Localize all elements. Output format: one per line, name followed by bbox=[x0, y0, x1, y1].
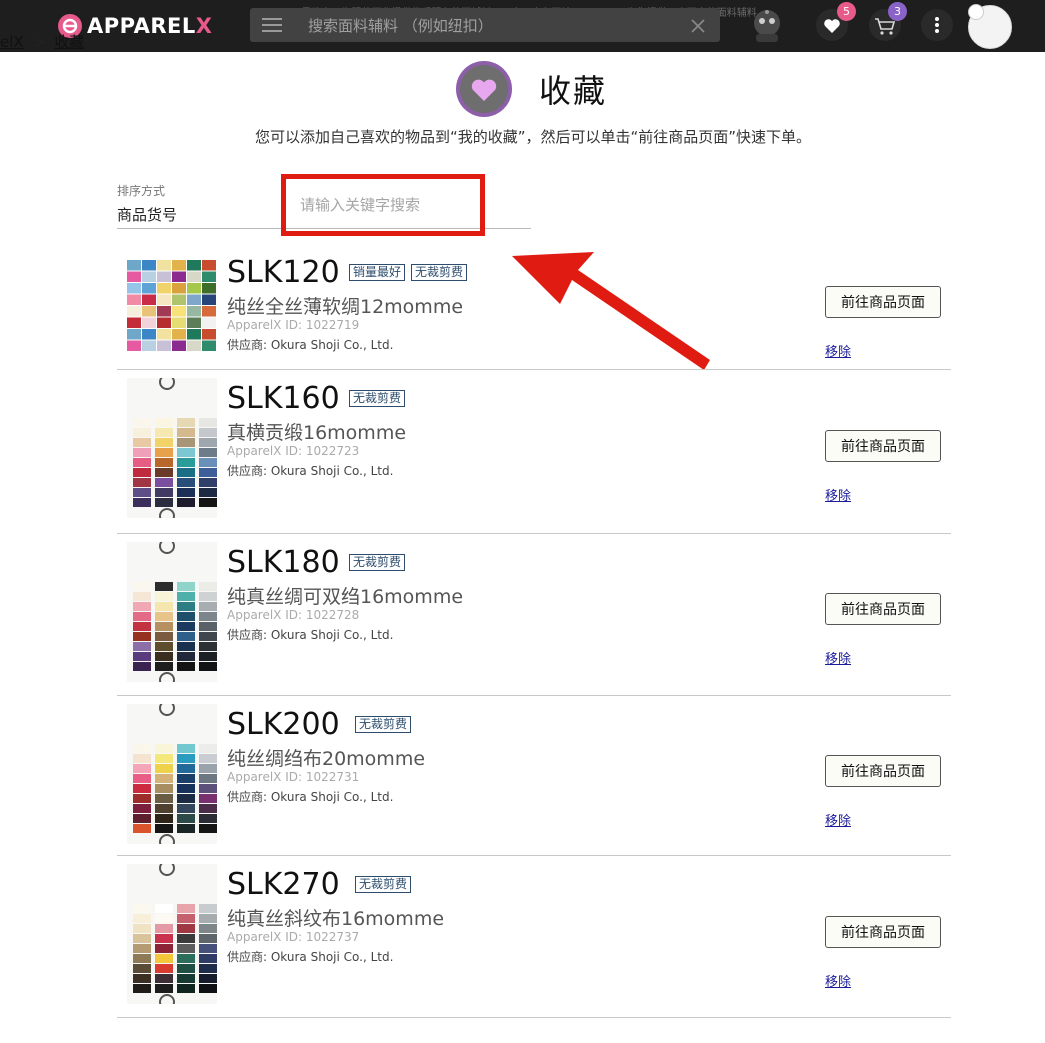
remove-link[interactable]: 移除 bbox=[825, 971, 851, 990]
product-name: 纯真丝绸可双绉16momme bbox=[227, 586, 464, 608]
product-supplier: 供应商: Okura Shoji Co., Ltd. bbox=[227, 950, 394, 964]
breadcrumb-separator: > bbox=[32, 33, 46, 51]
favorites-button[interactable]: 5 bbox=[815, 2, 856, 42]
fabric-swatch-image bbox=[127, 542, 217, 682]
product-supplier: 供应商: Okura Shoji Co., Ltd. bbox=[227, 628, 394, 642]
favorite-item: SLK200 无裁剪费 纯丝绸绉布20momme ApparelX ID: 10… bbox=[117, 696, 951, 856]
favorite-item: SLK120 销量最好 无裁剪费 纯丝全丝薄软绸12momme ApparelX… bbox=[117, 248, 951, 370]
favorite-item: SLK160 无裁剪费 真横贡缎16momme ApparelX ID: 102… bbox=[117, 370, 951, 534]
product-thumbnail[interactable] bbox=[127, 864, 217, 1004]
fabric-swatch-image bbox=[127, 260, 216, 351]
breadcrumb-home-link[interactable]: elX bbox=[0, 33, 24, 51]
fabric-swatch-image bbox=[127, 864, 217, 1004]
go-to-product-button[interactable]: 前往商品页面 bbox=[825, 755, 941, 787]
product-tag: 无裁剪费 bbox=[411, 264, 468, 281]
product-id: ApparelX ID: 1022728 bbox=[227, 608, 360, 622]
user-avatar[interactable] bbox=[968, 4, 1012, 49]
page-title: 收藏 bbox=[539, 72, 608, 110]
product-code: SLK120 bbox=[227, 255, 340, 290]
remove-link[interactable]: 移除 bbox=[825, 648, 851, 667]
fabric-swatch-image bbox=[127, 378, 217, 518]
product-supplier: 供应商: Okura Shoji Co., Ltd. bbox=[227, 464, 394, 478]
remove-link[interactable]: 移除 bbox=[825, 341, 851, 360]
fabric-swatch-image bbox=[127, 704, 217, 844]
product-code: SLK200 bbox=[227, 707, 340, 742]
top-navbar: ApparelX是致力于为服装行业提供优质服务的面辅料B2B电子商务网站。App… bbox=[0, 0, 1045, 52]
favorite-item: SLK180 无裁剪费 纯真丝绸可双绉16momme ApparelX ID: … bbox=[117, 534, 951, 696]
product-supplier: 供应商: Okura Shoji Co., Ltd. bbox=[227, 338, 394, 352]
logo-text: APPARELX bbox=[87, 14, 213, 38]
go-to-product-button[interactable]: 前往商品页面 bbox=[825, 430, 941, 462]
sort-value: 商品货号 bbox=[117, 206, 178, 224]
product-tag: 无裁剪费 bbox=[355, 716, 412, 733]
remove-link[interactable]: 移除 bbox=[825, 485, 851, 504]
go-to-product-button[interactable]: 前往商品页面 bbox=[825, 916, 941, 948]
favorite-item: SLK270 无裁剪费 纯真丝斜纹布16momme ApparelX ID: 1… bbox=[117, 856, 951, 1018]
product-code: SLK270 bbox=[227, 867, 340, 902]
keyword-search-input[interactable] bbox=[298, 195, 472, 215]
product-tag: 销量最好 bbox=[349, 264, 406, 281]
product-thumbnail[interactable] bbox=[127, 260, 217, 352]
product-tag: 无裁剪费 bbox=[349, 390, 406, 407]
favorites-heart-icon bbox=[456, 61, 512, 117]
product-tags: 无裁剪费 bbox=[355, 876, 412, 893]
breadcrumb: elX > 收藏 bbox=[0, 31, 84, 52]
more-menu-button[interactable] bbox=[920, 8, 954, 42]
keyword-search-highlight bbox=[281, 174, 485, 236]
avatar-status-dot bbox=[968, 4, 984, 20]
breadcrumb-current-link[interactable]: 收藏 bbox=[54, 33, 84, 51]
close-icon[interactable] bbox=[690, 18, 706, 34]
product-name: 纯丝绸绉布20momme bbox=[227, 748, 426, 770]
cart-count-badge: 3 bbox=[888, 2, 907, 21]
product-tags: 无裁剪费 bbox=[349, 390, 406, 407]
page-header: 收藏 bbox=[455, 59, 607, 119]
site-search-bar[interactable] bbox=[250, 8, 720, 42]
product-thumbnail[interactable] bbox=[127, 704, 217, 844]
cart-button[interactable]: 3 bbox=[868, 2, 907, 42]
remove-link[interactable]: 移除 bbox=[825, 810, 851, 829]
product-tag: 无裁剪费 bbox=[349, 554, 406, 571]
product-thumbnail[interactable] bbox=[127, 542, 217, 682]
go-to-product-button[interactable]: 前往商品页面 bbox=[825, 593, 941, 625]
favorites-list: SLK120 销量最好 无裁剪费 纯丝全丝薄软绸12momme ApparelX… bbox=[117, 248, 951, 1018]
go-to-product-button[interactable]: 前往商品页面 bbox=[825, 286, 941, 318]
favorites-count-badge: 5 bbox=[837, 2, 856, 21]
sort-label: 排序方式 bbox=[117, 184, 166, 198]
product-id: ApparelX ID: 1022737 bbox=[227, 930, 360, 944]
product-thumbnail[interactable] bbox=[127, 378, 217, 518]
product-id: ApparelX ID: 1022719 bbox=[227, 318, 360, 332]
product-name: 纯丝全丝薄软绸12momme bbox=[227, 296, 464, 318]
product-code: SLK160 bbox=[227, 381, 340, 416]
more-vertical-icon bbox=[921, 9, 953, 41]
product-tag: 无裁剪费 bbox=[355, 876, 412, 893]
product-tags: 销量最好 无裁剪费 bbox=[349, 264, 468, 281]
product-tags: 无裁剪费 bbox=[355, 716, 412, 733]
product-tags: 无裁剪费 bbox=[349, 554, 406, 571]
site-search-input[interactable] bbox=[306, 13, 680, 39]
page-subtitle: 您可以添加自己喜欢的物品到“我的收藏”，然后可以单击“前往商品页面”快速下单。 bbox=[254, 128, 812, 146]
robot-assistant-icon[interactable] bbox=[750, 6, 784, 46]
product-name: 真横贡缎16momme bbox=[227, 422, 407, 444]
product-id: ApparelX ID: 1022731 bbox=[227, 770, 360, 784]
hamburger-menu-icon[interactable] bbox=[262, 18, 282, 32]
product-code: SLK180 bbox=[227, 545, 340, 580]
product-supplier: 供应商: Okura Shoji Co., Ltd. bbox=[227, 790, 394, 804]
sort-select[interactable]: 排序方式 商品货号 bbox=[117, 182, 287, 225]
product-id: ApparelX ID: 1022723 bbox=[227, 444, 360, 458]
product-name: 纯真丝斜纹布16momme bbox=[227, 908, 445, 930]
